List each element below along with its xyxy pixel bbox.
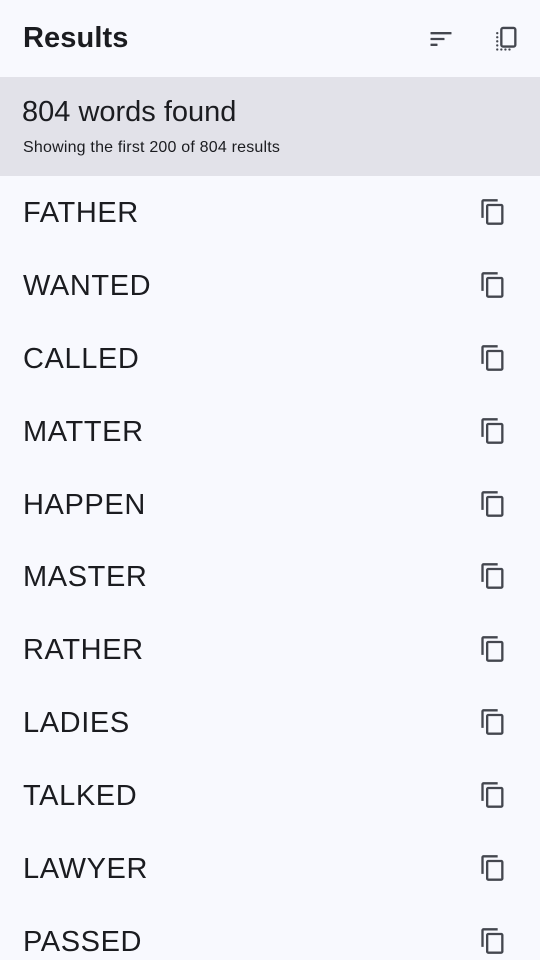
results-screen: Results 804 words found Showing the firs… bbox=[0, 0, 540, 960]
list-item: PASSED bbox=[0, 905, 540, 960]
copy-icon bbox=[481, 199, 504, 225]
copy-icon bbox=[481, 928, 504, 954]
copy-icon bbox=[481, 636, 504, 663]
list-item: MATTER bbox=[0, 395, 540, 468]
sort-icon bbox=[430, 32, 452, 46]
result-word: HAPPEN bbox=[23, 488, 146, 521]
copy-all-icon bbox=[496, 26, 517, 51]
result-word: LADIES bbox=[23, 707, 130, 740]
list-item: LADIES bbox=[0, 686, 540, 759]
copy-button[interactable] bbox=[470, 699, 516, 745]
list-item: RATHER bbox=[0, 613, 540, 686]
copy-button[interactable] bbox=[470, 481, 516, 527]
result-word: MATTER bbox=[23, 415, 144, 448]
result-word: LAWYER bbox=[23, 853, 148, 886]
results-detail: Showing the first 200 of 804 results bbox=[23, 139, 281, 156]
result-word: FATHER bbox=[23, 197, 139, 229]
copy-button[interactable] bbox=[470, 408, 516, 454]
list-item: WANTED bbox=[0, 249, 540, 322]
copy-all-button[interactable] bbox=[483, 16, 529, 62]
result-word: TALKED bbox=[23, 780, 138, 813]
result-word: WANTED bbox=[23, 269, 152, 302]
result-word: PASSED bbox=[23, 925, 143, 958]
top-app-bar: Results bbox=[0, 0, 540, 77]
page-title: Results bbox=[23, 22, 129, 54]
copy-button[interactable] bbox=[470, 335, 516, 381]
result-word: MASTER bbox=[23, 561, 148, 594]
copy-button[interactable] bbox=[470, 553, 516, 599]
result-word: RATHER bbox=[23, 634, 144, 667]
results-list: FATHER WANTED CALLED MATTER HAPPEN MASTE… bbox=[0, 176, 540, 960]
copy-button[interactable] bbox=[470, 772, 516, 818]
copy-button[interactable] bbox=[470, 845, 516, 891]
list-item: MASTER bbox=[0, 540, 540, 613]
result-word: CALLED bbox=[23, 342, 140, 375]
list-item: HAPPEN bbox=[0, 468, 540, 541]
copy-button[interactable] bbox=[470, 262, 516, 308]
results-count: 804 words found bbox=[22, 96, 237, 128]
list-item: FATHER bbox=[0, 176, 540, 249]
copy-button[interactable] bbox=[470, 626, 516, 672]
copy-icon bbox=[481, 709, 504, 736]
copy-button[interactable] bbox=[470, 918, 516, 960]
copy-icon bbox=[481, 490, 504, 517]
sort-button[interactable] bbox=[418, 16, 464, 62]
copy-icon bbox=[481, 344, 504, 371]
list-item: CALLED bbox=[0, 322, 540, 395]
copy-icon bbox=[481, 563, 504, 590]
copy-button[interactable] bbox=[470, 189, 516, 235]
copy-icon bbox=[481, 272, 504, 298]
copy-icon bbox=[481, 855, 504, 881]
copy-icon bbox=[481, 417, 504, 444]
list-item: TALKED bbox=[0, 759, 540, 832]
list-item: LAWYER bbox=[0, 832, 540, 905]
copy-icon bbox=[481, 782, 504, 808]
